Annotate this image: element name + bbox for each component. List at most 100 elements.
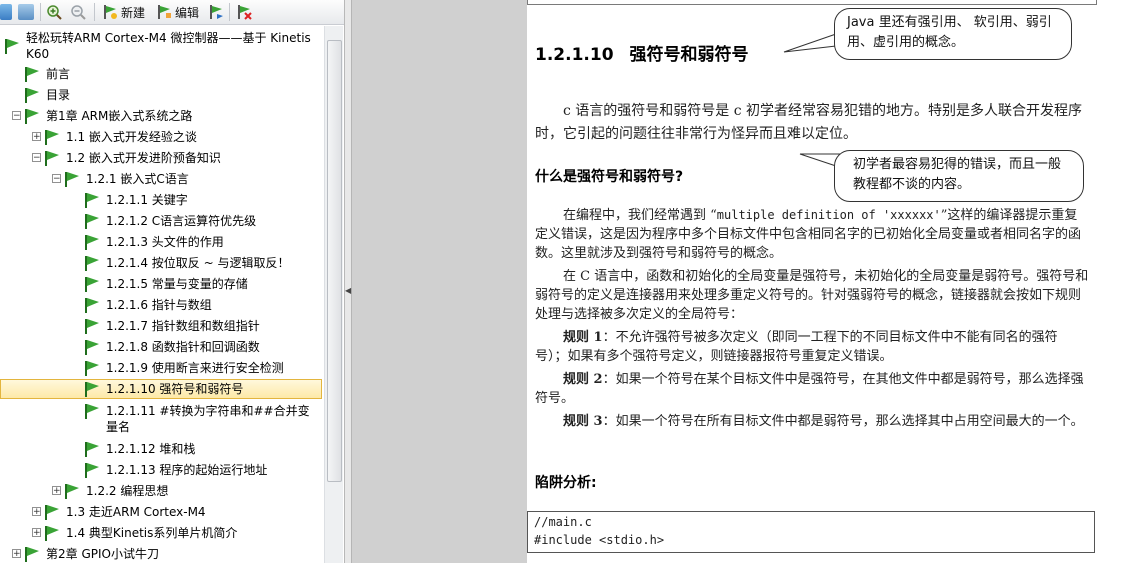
expand-toggle[interactable]: + bbox=[32, 528, 41, 538]
paragraph-definition: 在编程中，我们经常遇到 “multiple definition of 'xxx… bbox=[535, 208, 1082, 261]
paragraph-strong-weak: 在 C 语言中，函数和初始化的全局变量是强符号，未初始化的全局变量是弱符号。强符… bbox=[535, 269, 1089, 322]
toc-item-label: 1.2 嵌入式开发进阶预备知识 bbox=[66, 151, 221, 165]
toc-item[interactable]: + 1.4 典型Kinetis系列单片机简介 bbox=[0, 523, 324, 543]
edit-label: 编辑 bbox=[175, 5, 200, 20]
bookmark-flag-icon bbox=[85, 319, 99, 334]
bookmark-flag-icon bbox=[85, 277, 99, 292]
toc-item[interactable]: 1.2.1.9 使用断言来进行安全检测 bbox=[0, 358, 324, 378]
bookmark-flag-icon bbox=[25, 547, 39, 562]
bookmark-flag-icon bbox=[85, 361, 99, 376]
toc-book-node[interactable]: 轻松玩转ARM Cortex-M4 微控制器——基于 Kinetis K60 bbox=[0, 28, 324, 64]
toc-item[interactable]: 1.2.1.4 按位取反 ~ 与逻辑取反！ bbox=[0, 253, 324, 273]
bookmark-flag-icon bbox=[85, 298, 99, 313]
new-button[interactable]: 新建 bbox=[102, 3, 145, 21]
toc-item[interactable]: − 1.2.1 嵌入式C语言 bbox=[0, 169, 324, 189]
new-flag-icon bbox=[104, 5, 117, 19]
toolbar: 新建 编辑 bbox=[0, 0, 344, 25]
toc-item-label: 1.2.1.2 C语言运算符优先级 bbox=[106, 214, 257, 228]
goto-flag-icon bbox=[210, 5, 223, 19]
toc-item-selected[interactable]: 1.2.1.10 强符号和弱符号 bbox=[0, 379, 324, 399]
bookmark-flag-icon bbox=[25, 67, 39, 82]
expand-toggle[interactable]: + bbox=[52, 486, 61, 496]
toc-book-title: 轻松玩转ARM Cortex-M4 微控制器——基于 Kinetis K60 bbox=[26, 31, 311, 61]
toc-item[interactable]: 1.2.1.12 堆和栈 bbox=[0, 439, 324, 459]
toc-item-label: 1.2.1.6 指针与数组 bbox=[106, 298, 212, 312]
bookmark-flag-icon bbox=[85, 382, 99, 397]
toc-item-label: 1.2.1.7 指针数组和数组指针 bbox=[106, 319, 260, 333]
expand-toggle[interactable]: + bbox=[12, 549, 21, 559]
previous-box-edge bbox=[527, 0, 1097, 5]
expand-all-button[interactable] bbox=[0, 3, 12, 21]
tree-collapse-icon bbox=[18, 4, 34, 20]
edit-button[interactable]: 编辑 bbox=[156, 3, 199, 21]
collapse-toggle[interactable]: − bbox=[32, 153, 41, 163]
pitfall-heading: 陷阱分析: bbox=[535, 475, 597, 491]
zoom-out-icon bbox=[71, 5, 86, 20]
bookmark-flag-icon bbox=[45, 526, 59, 541]
toc-item[interactable]: 1.2.1.11 #转换为字符串和##合并变量名 bbox=[0, 401, 324, 437]
toc-item-label: 1.3 走近ARM Cortex-M4 bbox=[66, 505, 206, 519]
expand-toggle[interactable]: + bbox=[32, 507, 41, 517]
section-title: 强符号和弱符号 bbox=[629, 45, 749, 65]
bookmark-flag-icon bbox=[25, 88, 39, 103]
toc-item[interactable]: 前言 bbox=[0, 64, 324, 84]
toc-item[interactable]: 1.2.1.5 常量与变量的存储 bbox=[0, 274, 324, 294]
toc-item[interactable]: 1.2.1.3 头文件的作用 bbox=[0, 232, 324, 252]
toc-item-label: 1.2.2 编程思想 bbox=[86, 484, 169, 498]
toc-item[interactable]: 1.2.1.13 程序的起始运行地址 bbox=[0, 460, 324, 480]
question-heading: 什么是强符号和弱符号? bbox=[535, 169, 684, 185]
toc-item-label: 第2章 GPIO小试牛刀 bbox=[46, 547, 159, 561]
edit-flag-icon bbox=[158, 5, 171, 19]
collapse-toggle[interactable]: − bbox=[52, 174, 61, 184]
toc-item[interactable]: + 第2章 GPIO小试牛刀 bbox=[0, 544, 324, 563]
bookmark-flag-icon bbox=[85, 442, 99, 457]
toc-item[interactable]: 1.2.1.6 指针与数组 bbox=[0, 295, 324, 315]
toc-item-label: 1.2.1.12 堆和栈 bbox=[106, 442, 196, 456]
toc-item-label: 1.2.1.5 常量与变量的存储 bbox=[106, 277, 248, 291]
toc-tree: 轻松玩转ARM Cortex-M4 微控制器——基于 Kinetis K60 前… bbox=[0, 26, 324, 563]
panel-splitter[interactable] bbox=[345, 0, 352, 563]
zoom-in-button[interactable] bbox=[46, 3, 62, 21]
delete-button[interactable] bbox=[236, 3, 252, 21]
annotation-callout[interactable]: 初学者最容易犯得的错误，而且一般教程都不谈的内容。 bbox=[834, 150, 1084, 202]
code-line: //main.c bbox=[534, 515, 592, 529]
toc-panel: 新建 编辑 轻松玩转ARM Cortex-M4 微控制器——基于 Kinetis… bbox=[0, 0, 345, 563]
scrollbar-thumb[interactable] bbox=[327, 40, 342, 482]
toc-item-label: 1.2.1.4 按位取反 ~ 与逻辑取反！ bbox=[106, 256, 290, 270]
toc-item[interactable]: 1.2.1.8 函数指针和回调函数 bbox=[0, 337, 324, 357]
annotation-callout[interactable]: Java 里还有强引用、 软引用、弱引用、虚引用的概念。 bbox=[834, 8, 1072, 60]
toc-item[interactable]: 1.2.1.2 C语言运算符优先级 bbox=[0, 211, 324, 231]
toc-item[interactable]: − 1.2 嵌入式开发进阶预备知识 bbox=[0, 148, 324, 168]
document-page: 1.2.1.10 强符号和弱符号 c 语言的强符号和弱符号是 c 初学者经常容易犯… bbox=[527, 0, 1100, 563]
code-line: #include <stdio.h> bbox=[534, 533, 665, 547]
ebook-reader-window: 新建 编辑 轻松玩转ARM Cortex-M4 微控制器——基于 Kinetis… bbox=[0, 0, 1132, 563]
goto-button[interactable] bbox=[208, 3, 224, 21]
section-heading: 1.2.1.10 强符号和弱符号 bbox=[535, 40, 749, 65]
bookmark-flag-icon bbox=[85, 235, 99, 250]
collapse-toggle[interactable]: − bbox=[12, 111, 21, 121]
rule-3: 规则 3：如果一个符号在所有目标文件中都是弱符号，那么选择其中占用空间最大的一个… bbox=[563, 414, 1084, 429]
toc-item[interactable]: 目录 bbox=[0, 85, 324, 105]
toc-item-label: 1.2.1.3 头文件的作用 bbox=[106, 235, 224, 249]
zoom-out-button[interactable] bbox=[70, 3, 86, 21]
toc-item-label: 1.2.1.1 关键字 bbox=[106, 193, 188, 207]
collapse-panel-arrow-icon[interactable]: ◀ bbox=[345, 284, 351, 298]
new-label: 新建 bbox=[121, 5, 146, 20]
section-number: 1.2.1.10 bbox=[535, 45, 614, 65]
toc-item[interactable]: + 1.2.2 编程思想 bbox=[0, 481, 324, 501]
collapse-all-button[interactable] bbox=[18, 3, 34, 21]
toc-item[interactable]: + 1.1 嵌入式开发经验之谈 bbox=[0, 127, 324, 147]
toc-item[interactable]: 1.2.1.7 指针数组和数组指针 bbox=[0, 316, 324, 336]
toc-item[interactable]: − 第1章 ARM嵌入式系统之路 bbox=[0, 106, 324, 126]
rule-1: 规则 1：不允许强符号被多次定义（即同一工程下的不同目标文件中不能有同名的强符号… bbox=[535, 330, 1058, 364]
expand-toggle[interactable]: + bbox=[32, 132, 41, 142]
toc-item-label: 1.2.1.10 强符号和弱符号 bbox=[106, 382, 244, 396]
toc-scrollbar[interactable] bbox=[324, 26, 343, 563]
bookmark-flag-icon bbox=[65, 172, 79, 187]
toc-item[interactable]: + 1.3 走近ARM Cortex-M4 bbox=[0, 502, 324, 522]
intro-paragraph: c 语言的强符号和弱符号是 c 初学者经常容易犯错的地方。特别是多人联合开发程序… bbox=[535, 103, 1083, 142]
toc-item[interactable]: 1.2.1.1 关键字 bbox=[0, 190, 324, 210]
bookmark-flag-icon bbox=[25, 109, 39, 124]
right-margin bbox=[1100, 0, 1132, 563]
bookmark-flag-icon bbox=[45, 130, 59, 145]
